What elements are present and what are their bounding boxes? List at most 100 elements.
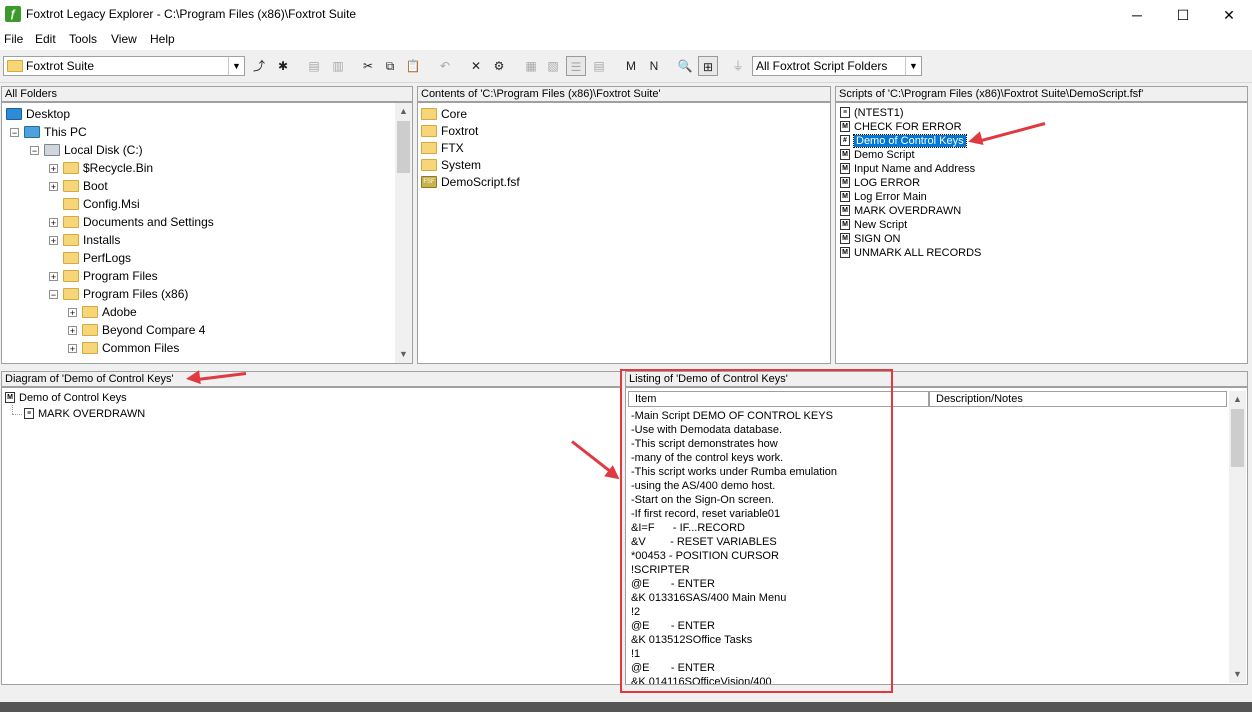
location-combo[interactable]: Foxtrot Suite ▼ [3,56,245,76]
menu-tools[interactable]: Tools [69,32,97,46]
collapse-icon[interactable]: − [30,146,39,156]
collapse-icon[interactable]: − [10,128,19,138]
filter-combo[interactable]: All Foxtrot Script Folders ▼ [752,56,922,76]
details-view-icon[interactable]: ▤ [589,56,609,76]
script-item[interactable]: M SIGN ON [840,232,900,246]
tree-item-label: Common Files [102,341,180,355]
expand-icon[interactable]: + [68,344,77,354]
delete-icon[interactable]: ✕ [466,56,486,76]
expand-icon[interactable]: + [49,218,58,228]
main-script-icon: M [840,148,850,160]
contents-list[interactable]: Core Foxtrot FTX System FSF DemoScript.fsf [417,102,831,364]
script-item-label: LOG ERROR [854,177,921,189]
tree-item-label: Adobe [102,305,137,319]
content-item[interactable]: FTX [421,139,464,157]
collapse-icon[interactable]: − [49,290,58,300]
copy-icon[interactable]: ⧉ [380,56,400,76]
tree-item[interactable]: $Recycle.Bin [63,159,153,177]
tree-item[interactable]: Common Files [82,339,179,357]
diagram-root[interactable]: M Demo of Control Keys [5,391,127,405]
scroll-up-icon[interactable]: ▲ [395,103,412,120]
tree-item[interactable]: Adobe [82,303,137,321]
script-item[interactable]: M MARK OVERDRAWN [840,204,961,218]
column-header-notes[interactable]: Description/Notes [929,391,1227,407]
cut-icon[interactable]: ✂ [358,56,378,76]
tree-item-label: Local Disk (C:) [64,143,143,157]
expand-icon[interactable]: + [49,236,58,246]
chevron-down-icon[interactable]: ▼ [905,57,921,75]
menu-edit[interactable]: Edit [35,32,56,46]
scroll-thumb[interactable] [1231,409,1244,467]
script-item[interactable]: M LOG ERROR [840,176,920,190]
tree-item[interactable]: This PC [24,123,87,141]
script-item[interactable]: M Log Error Main [840,190,927,204]
main-script-icon: M [840,176,850,188]
expand-icon[interactable]: + [68,308,77,318]
filter-icon[interactable]: ⏚ [728,56,748,76]
script-item[interactable]: M CHECK FOR ERROR [840,120,962,134]
menu-help[interactable]: Help [150,32,175,46]
scroll-up-icon[interactable]: ▲ [1229,391,1246,408]
scroll-down-icon[interactable]: ▼ [1229,666,1246,683]
find-icon[interactable]: 🔍 [675,56,695,76]
listing-scrollbar[interactable]: ▲ ▼ [1229,391,1246,683]
tree-item-label: Documents and Settings [83,215,214,229]
up-folder-icon[interactable]: ⤴ [249,56,269,76]
main-script-icon: M [840,120,850,132]
tree-item-label: PerfLogs [83,251,132,265]
folders-tree[interactable]: Desktop This PC − Local Disk (C:) − $Recycle.… [1,102,413,364]
new-item-icon[interactable]: ▤ [304,56,324,76]
main-script-icon[interactable]: M [621,56,641,76]
script-item-label: (NTEST1) [854,107,904,119]
tree-item[interactable]: Program Files (x86) [63,285,188,303]
folder-icon [82,341,98,354]
diagram-child[interactable]: ≡ MARK OVERDRAWN [24,407,145,421]
tree-item[interactable]: Config.Msi [63,195,140,213]
script-item[interactable]: M UNMARK ALL RECORDS [840,246,981,260]
tree-icon[interactable]: ⊞ [698,56,718,76]
tree-item[interactable]: Beyond Compare 4 [82,321,205,339]
tree-item[interactable]: Local Disk (C:) [44,141,143,159]
scripts-list[interactable]: ≡ (NTEST1) M CHECK FOR ERROR # Demo of Contro… [835,102,1248,364]
script-item[interactable]: ≡ (NTEST1) [840,106,904,120]
script-item[interactable]: M Demo Script [840,148,915,162]
expand-icon[interactable]: + [49,272,58,282]
folders-scrollbar[interactable]: ▲ ▼ [395,103,412,363]
menu-view[interactable]: View [111,32,137,46]
normal-script-icon[interactable]: N [644,56,664,76]
list-view-icon[interactable]: ☰ [566,56,586,76]
title-bar: ƒ Foxtrot Legacy Explorer - C:\Program F… [0,0,1252,30]
script-item[interactable]: M Input Name and Address [840,162,975,176]
properties-icon[interactable]: ⚙ [489,56,509,76]
diagram-tree[interactable]: M Demo of Control Keys ≡ MARK OVERDRAWN [1,387,621,685]
close-button[interactable]: ✕ [1206,0,1252,30]
scroll-down-icon[interactable]: ▼ [395,346,412,363]
tree-item[interactable]: Boot [63,177,108,195]
tree-item[interactable]: Program Files [63,267,158,285]
paste-icon[interactable]: 📋 [403,56,423,76]
expand-icon[interactable]: + [49,164,58,174]
menu-file[interactable]: File [4,32,23,46]
scroll-thumb[interactable] [397,121,410,173]
tree-item[interactable]: Documents and Settings [63,213,214,231]
tree-item[interactable]: PerfLogs [63,249,131,267]
maximize-button[interactable]: ☐ [1160,0,1206,30]
small-icons-icon[interactable]: ▧ [543,56,563,76]
content-item[interactable]: System [421,156,481,174]
expand-icon[interactable]: + [68,326,77,336]
content-item[interactable]: Core [421,105,467,123]
script-item[interactable]: M New Script [840,218,907,232]
large-icons-icon[interactable]: ▦ [521,56,541,76]
delete-item-icon[interactable]: ▥ [328,56,348,76]
content-item[interactable]: FSF DemoScript.fsf [421,173,520,191]
undo-icon[interactable]: ↶ [435,56,455,76]
tree-item[interactable]: Installs [63,231,120,249]
chevron-down-icon[interactable]: ▼ [228,57,244,75]
scripts-pane-header: Scripts of 'C:\Program Files (x86)\Foxtr… [835,86,1248,102]
tree-item[interactable]: Desktop [6,105,70,123]
new-folder-icon[interactable]: ✱ [273,56,293,76]
minimize-button[interactable]: ─ [1114,0,1160,30]
script-item[interactable]: # Demo of Control Keys [840,134,967,148]
expand-icon[interactable]: + [49,182,58,192]
content-item[interactable]: Foxtrot [421,122,478,140]
